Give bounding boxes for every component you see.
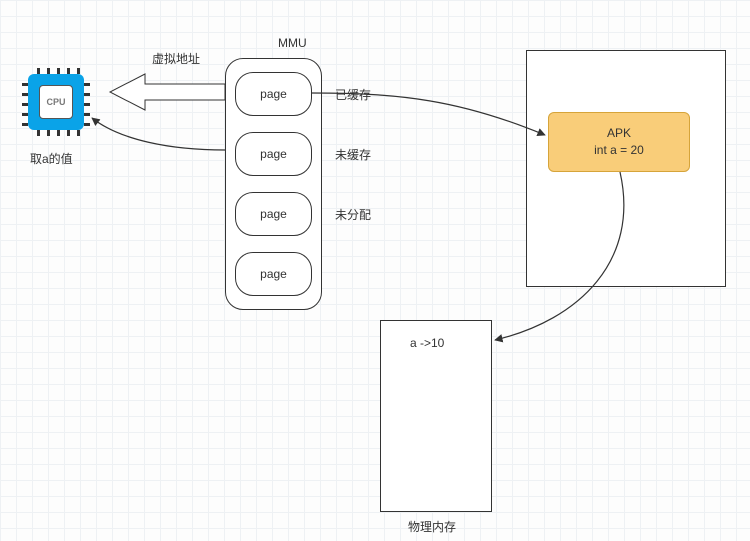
mmu-page-1: page [235,132,312,176]
cpu-core: CPU [39,85,73,119]
apk-box: APK int a = 20 [548,112,690,172]
mmu-page-3: page [235,252,312,296]
page-label: page [260,267,287,281]
diagram-canvas: CPU 取a的值 虚拟地址 MMU page page page page 已缓… [0,0,750,541]
cpu-label: CPU [46,97,65,107]
cpu-caption: 取a的值 [30,150,73,167]
page-label: page [260,87,287,101]
virtual-address-label: 虚拟地址 [152,50,200,67]
page-status-unalloc: 未分配 [335,206,371,223]
memory-title: 物理内存 [408,518,456,535]
page-label: page [260,147,287,161]
page-status-cached: 已缓存 [335,86,371,103]
mmu-page-2: page [235,192,312,236]
apk-name: APK [607,125,631,142]
page-label: page [260,207,287,221]
cpu-chip: CPU [25,71,87,133]
arrow-mmu-to-cpu [110,74,225,110]
arrow-mmu-to-cpu-lower [92,118,225,150]
page-status-uncached: 未缓存 [335,146,371,163]
memory-entry: a ->10 [410,336,444,350]
apk-var: int a = 20 [594,142,644,159]
mmu-page-0: page [235,72,312,116]
mmu-title: MMU [278,36,307,50]
